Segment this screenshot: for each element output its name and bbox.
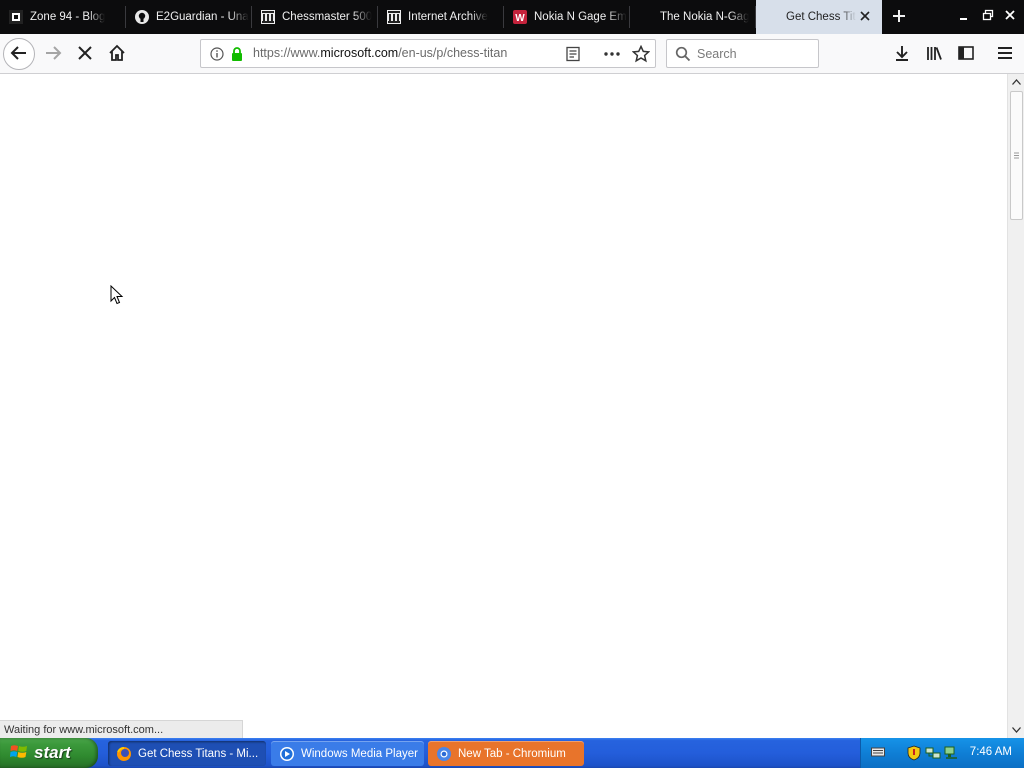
security-shield-icon[interactable] (907, 745, 921, 764)
system-tray: 7:46 AM (860, 738, 1024, 768)
menu-button[interactable] (989, 38, 1021, 70)
tab-title: Get Chess Tita (786, 11, 856, 23)
start-button[interactable]: start (0, 738, 98, 768)
search-icon (675, 46, 691, 65)
tab-title: Nokia N Gage Em (534, 11, 627, 23)
scroll-up-arrow-icon[interactable] (1009, 74, 1024, 90)
reader-view-icon[interactable] (565, 46, 581, 65)
library-icon (925, 44, 943, 65)
network-connection-icon[interactable] (943, 745, 959, 764)
taskbar-item-firefox[interactable]: Get Chess Titans - Mi... (108, 741, 266, 766)
minimize-button[interactable] (954, 6, 974, 26)
tab-title: E2Guardian - Una (156, 11, 249, 23)
library-button[interactable] (918, 38, 950, 70)
taskbar-item-label: New Tab - Chromium (458, 747, 566, 760)
taskbar-item-label: Windows Media Player (301, 747, 418, 760)
search-bar[interactable] (666, 39, 819, 68)
firefox-icon (116, 746, 132, 762)
restore-icon (982, 9, 994, 24)
stop-button[interactable] (69, 38, 101, 70)
close-window-button[interactable] (1000, 6, 1020, 26)
start-label: start (34, 743, 71, 762)
close-icon (1004, 9, 1016, 24)
zone94-favicon-icon (8, 9, 24, 25)
home-icon (108, 44, 126, 65)
back-button[interactable] (3, 38, 35, 70)
tab-chessmaster[interactable]: Chessmaster 500 (252, 0, 378, 34)
tab-title: Zone 94 - Blog (30, 11, 106, 23)
tab-nokia-ngage-em[interactable]: W Nokia N Gage Em (504, 0, 630, 34)
taskbar-item-label: Get Chess Titans - Mi... (138, 747, 259, 760)
secure-lock-icon[interactable] (230, 46, 244, 65)
restore-button[interactable] (978, 6, 998, 26)
tab-title: Internet Archive (408, 11, 488, 23)
stop-x-icon (77, 45, 93, 64)
internet-archive-favicon-icon (260, 9, 276, 25)
tab-title: The Nokia N-Gag (660, 11, 750, 23)
url-text[interactable]: https://www.microsoft.com/en-us/p/chess-… (253, 46, 553, 60)
url-bar[interactable]: https://www.microsoft.com/en-us/p/chess-… (200, 39, 656, 68)
sidebar-button[interactable] (950, 38, 982, 70)
info-icon[interactable] (210, 47, 224, 64)
back-arrow-icon (10, 44, 28, 65)
tab-strip: Zone 94 - Blog E2Guardian - Una Chessmas… (0, 0, 1024, 34)
windows-taskbar: start Get Chess Titans - Mi... Windows M… (0, 738, 1024, 768)
wmp-icon (279, 746, 295, 762)
scroll-down-arrow-icon[interactable] (1009, 722, 1024, 738)
taskbar-item-windows-media-player[interactable]: Windows Media Player (271, 741, 424, 766)
tab-zone94-blog[interactable]: Zone 94 - Blog (0, 0, 126, 34)
page-actions-icon[interactable] (603, 46, 621, 65)
wikia-favicon-icon: W (512, 9, 528, 25)
tab-internet-archive[interactable]: Internet Archive (378, 0, 504, 34)
tab-title: Chessmaster 500 (282, 11, 373, 23)
plus-icon (891, 8, 907, 27)
status-bar: Waiting for www.microsoft.com... (0, 720, 243, 738)
hamburger-menu-icon (997, 45, 1013, 64)
url-scheme: https://www. (253, 46, 321, 60)
bookmark-star-icon[interactable] (631, 44, 651, 66)
new-tab-button[interactable] (884, 0, 914, 34)
vertical-scrollbar[interactable] (1007, 74, 1024, 738)
navigation-toolbar: https://www.microsoft.com/en-us/p/chess-… (0, 34, 1024, 74)
internet-archive-favicon-icon (386, 9, 402, 25)
network-icon[interactable] (925, 745, 941, 764)
mouse-cursor-icon (110, 284, 124, 308)
blank-favicon-icon (638, 9, 654, 25)
page-content[interactable] (0, 74, 1007, 738)
windows-logo-icon (10, 743, 28, 764)
clock[interactable]: 7:46 AM (970, 746, 1012, 758)
home-button[interactable] (101, 38, 133, 70)
taskbar-item-chromium[interactable]: New Tab - Chromium (428, 741, 584, 766)
close-tab-icon[interactable] (858, 9, 872, 23)
search-input[interactable] (697, 45, 812, 62)
tab-e2guardian[interactable]: E2Guardian - Una (126, 0, 252, 34)
tab-nokia-ngage[interactable]: The Nokia N-Gag (630, 0, 756, 34)
keyboard-icon[interactable] (871, 746, 885, 761)
github-favicon-icon (134, 9, 150, 25)
loading-favicon-icon (764, 9, 780, 25)
chromium-icon (436, 746, 452, 762)
downloads-button[interactable] (886, 38, 918, 70)
minimize-icon (958, 9, 970, 24)
scrollbar-thumb[interactable] (1010, 91, 1023, 220)
forward-arrow-icon (44, 44, 62, 65)
download-icon (893, 44, 911, 65)
svg-text:W: W (515, 13, 525, 24)
tab-get-chess-titans[interactable]: Get Chess Tita (756, 0, 882, 34)
forward-button[interactable] (37, 38, 69, 70)
url-path: /en-us/p/chess-titan (398, 46, 508, 60)
sidebar-icon (957, 44, 975, 65)
url-host: microsoft.com (320, 46, 399, 60)
